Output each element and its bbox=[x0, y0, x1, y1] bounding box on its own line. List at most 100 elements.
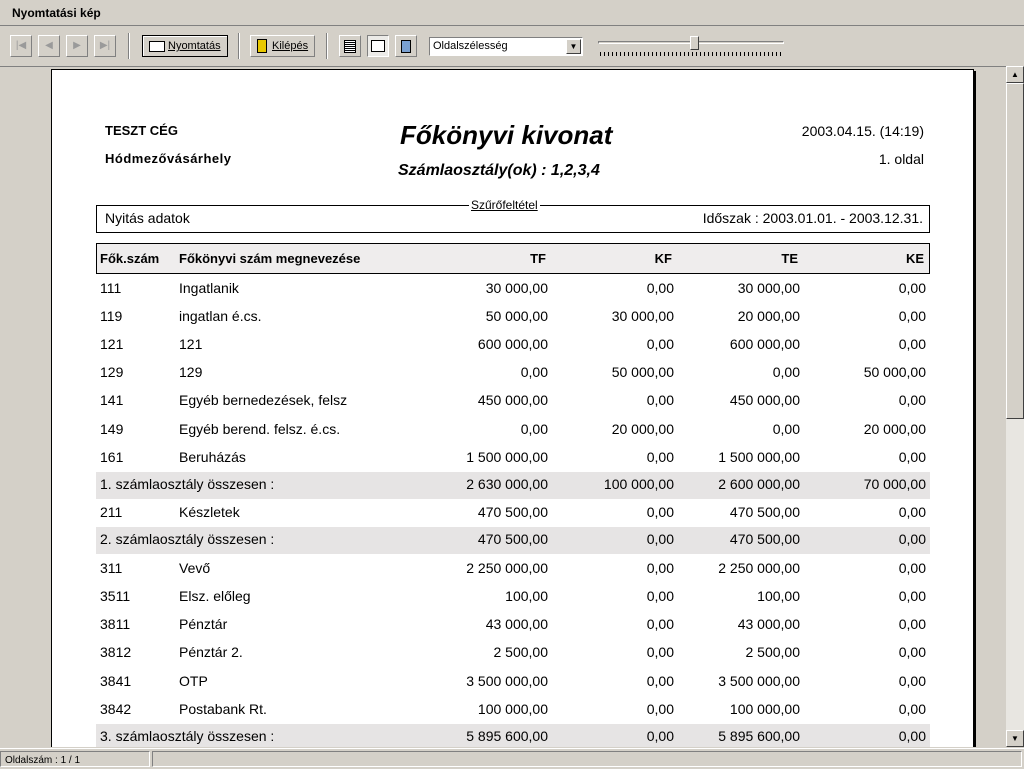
next-page-button[interactable]: ▶ bbox=[66, 35, 88, 57]
toolbar-separator bbox=[326, 33, 328, 59]
account-name-cell: Pénztár bbox=[179, 616, 228, 632]
tf-cell: 1 500 000,00 bbox=[466, 449, 548, 465]
window-title: Nyomtatási kép bbox=[12, 6, 101, 20]
whole-page-icon bbox=[401, 40, 411, 53]
account-name-cell: Egyéb berend. felsz. é.cs. bbox=[179, 421, 341, 437]
kf-cell: 0,00 bbox=[646, 701, 674, 717]
ke-cell: 50 000,00 bbox=[863, 364, 926, 380]
kf-cell: 0,00 bbox=[646, 560, 674, 576]
ke-cell: 0,00 bbox=[898, 644, 926, 660]
te-cell: 100 000,00 bbox=[729, 701, 800, 717]
ke-cell: 0,00 bbox=[898, 728, 926, 744]
account-number-cell: 141 bbox=[100, 392, 124, 408]
report-title: Főkönyvi kivonat bbox=[400, 120, 613, 150]
print-button[interactable]: Nyomtatás bbox=[142, 35, 228, 57]
company-name: TESZT CÉG bbox=[105, 123, 178, 138]
te-cell: 43 000,00 bbox=[737, 616, 800, 632]
ke-cell: 20 000,00 bbox=[863, 421, 926, 437]
account-name-cell: Készletek bbox=[179, 504, 240, 520]
previous-page-button[interactable]: ◀ bbox=[38, 35, 60, 57]
account-name-cell: OTP bbox=[179, 673, 208, 689]
scroll-up-icon[interactable]: ▲ bbox=[1006, 66, 1024, 83]
kf-cell: 0,00 bbox=[646, 644, 674, 660]
tf-cell: 100,00 bbox=[505, 588, 548, 604]
status-bar: Oldalszám : 1 / 1 bbox=[0, 748, 1024, 769]
toolbar-separator bbox=[128, 33, 130, 59]
zoom-select-value: Oldalszélesség bbox=[433, 40, 508, 52]
toolbar-separator bbox=[238, 33, 240, 59]
column-header-te: TE bbox=[781, 251, 798, 266]
scroll-down-icon[interactable]: ▼ bbox=[1006, 730, 1024, 747]
chevron-down-icon[interactable]: ▼ bbox=[566, 39, 581, 54]
ke-cell: 70 000,00 bbox=[863, 476, 926, 492]
filter-label: Szűrőfeltétel bbox=[469, 198, 540, 212]
filter-period: Időszak : 2003.01.01. - 2003.12.31. bbox=[702, 210, 923, 226]
account-name-cell: Ingatlanik bbox=[179, 280, 239, 296]
status-pane-page: Oldalszám : 1 / 1 bbox=[0, 751, 150, 767]
exit-button[interactable]: Kilépés bbox=[250, 35, 316, 57]
te-cell: 5 895 600,00 bbox=[718, 728, 800, 744]
tf-cell: 0,00 bbox=[520, 364, 548, 380]
kf-cell: 0,00 bbox=[646, 504, 674, 520]
account-number-cell: 1. számlaosztály összesen : bbox=[100, 476, 275, 492]
printer-icon bbox=[149, 40, 165, 52]
kf-cell: 0,00 bbox=[646, 280, 674, 296]
kf-cell: 30 000,00 bbox=[611, 308, 674, 324]
toolbar: |◀ ◀ ▶ ▶| Nyomtatás Kilépés Oldalszéless… bbox=[0, 27, 1024, 65]
te-cell: 0,00 bbox=[772, 421, 800, 437]
te-cell: 2 500,00 bbox=[745, 644, 801, 660]
kf-cell: 0,00 bbox=[646, 531, 674, 547]
account-name-cell: Vevő bbox=[179, 560, 211, 576]
exit-door-icon bbox=[257, 39, 267, 54]
scrollbar-thumb[interactable] bbox=[1006, 83, 1024, 419]
column-header-tf: TF bbox=[530, 251, 546, 266]
zoom-select[interactable]: Oldalszélesség ▼ bbox=[429, 37, 583, 56]
status-pane-empty bbox=[152, 751, 1022, 767]
ke-cell: 0,00 bbox=[898, 504, 926, 520]
account-number-cell: 111 bbox=[100, 280, 122, 296]
kf-cell: 50 000,00 bbox=[611, 364, 674, 380]
account-number-cell: 119 bbox=[100, 308, 123, 324]
kf-cell: 20 000,00 bbox=[611, 421, 674, 437]
zoom-slider-thumb[interactable] bbox=[690, 36, 699, 50]
page-number: 1. oldal bbox=[878, 151, 924, 167]
report-page: TESZT CÉG Hódmezővásárhely Főkönyvi kivo… bbox=[51, 69, 974, 747]
account-number-cell: 3. számlaosztály összesen : bbox=[100, 728, 275, 744]
ke-cell: 0,00 bbox=[898, 308, 926, 324]
tf-cell: 3 500 000,00 bbox=[466, 673, 548, 689]
tf-cell: 5 895 600,00 bbox=[466, 728, 548, 744]
tf-cell: 43 000,00 bbox=[485, 616, 548, 632]
print-button-label: Nyomtatás bbox=[168, 40, 221, 52]
account-number-cell: 121 bbox=[100, 336, 124, 352]
report-subtitle: Számlaosztály(ok) : 1,2,3,4 bbox=[398, 162, 600, 179]
column-header-kf: KF bbox=[654, 251, 672, 266]
ke-cell: 0,00 bbox=[898, 449, 926, 465]
account-name-cell: ingatlan é.cs. bbox=[179, 308, 262, 324]
ke-cell: 0,00 bbox=[898, 588, 926, 604]
ke-cell: 0,00 bbox=[898, 673, 926, 689]
page-counter: Oldalszám : 1 / 1 bbox=[5, 755, 81, 766]
ke-cell: 0,00 bbox=[898, 392, 926, 408]
filter-opening-label: Nyitás adatok bbox=[105, 210, 190, 226]
kf-cell: 100 000,00 bbox=[603, 476, 674, 492]
whole-page-view-button[interactable] bbox=[395, 35, 417, 57]
zoom-slider[interactable] bbox=[598, 35, 784, 57]
column-header-ke: KE bbox=[905, 251, 924, 266]
vertical-scrollbar[interactable]: ▲ ▼ bbox=[1006, 66, 1024, 747]
filter-box: Szűrőfeltétel Nyitás adatok Időszak : 20… bbox=[96, 198, 930, 233]
page-width-view-button[interactable] bbox=[367, 35, 389, 57]
tf-cell: 600 000,00 bbox=[477, 336, 548, 352]
tf-cell: 30 000,00 bbox=[485, 280, 548, 296]
tf-cell: 2 250 000,00 bbox=[466, 560, 548, 576]
first-page-button[interactable]: |◀ bbox=[10, 35, 32, 57]
preview-area[interactable]: TESZT CÉG Hódmezővásárhely Főkönyvi kivo… bbox=[0, 66, 1006, 747]
title-bar: Nyomtatási kép bbox=[0, 0, 1024, 26]
zoom-slider-ticks bbox=[600, 52, 782, 56]
ke-cell: 0,00 bbox=[898, 560, 926, 576]
last-page-button[interactable]: ▶| bbox=[94, 35, 116, 57]
account-number-cell: 311 bbox=[100, 560, 123, 576]
single-page-view-button[interactable] bbox=[339, 35, 361, 57]
ke-cell: 0,00 bbox=[898, 616, 926, 632]
te-cell: 30 000,00 bbox=[737, 280, 800, 296]
account-number-cell: 3811 bbox=[100, 616, 131, 632]
